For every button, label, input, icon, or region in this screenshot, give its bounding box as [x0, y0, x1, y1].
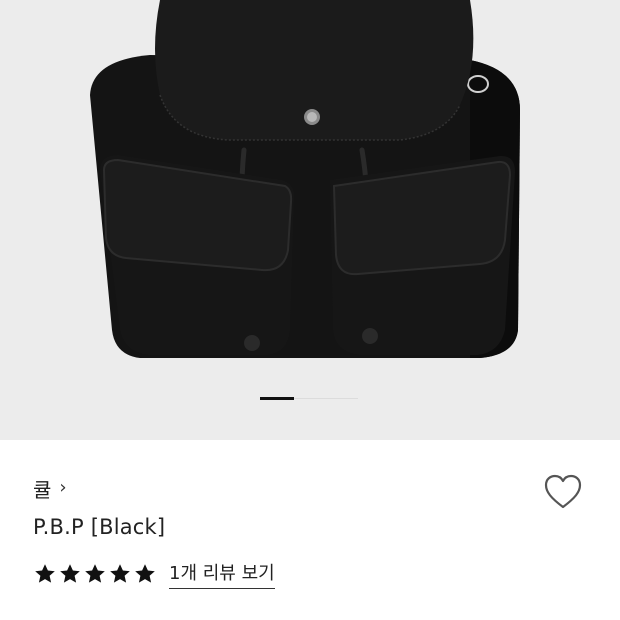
chevron-right-icon: ›	[59, 477, 67, 498]
star-filled-icon	[60, 564, 80, 583]
product-title: P.B.P [Black]	[33, 515, 166, 539]
brand-link[interactable]: 큘 ›	[33, 474, 67, 503]
star-filled-icon	[110, 564, 130, 583]
product-image	[90, 0, 520, 358]
star-filled-icon	[35, 564, 55, 583]
review-link[interactable]: 1개 리뷰 보기	[169, 559, 275, 589]
pagination-active-indicator	[260, 397, 294, 400]
carousel-pagination[interactable]	[260, 397, 358, 400]
star-filled-icon	[135, 564, 155, 583]
rating-row: 1개 리뷰 보기	[33, 559, 275, 589]
star-filled-icon	[85, 564, 105, 583]
heart-icon[interactable]	[543, 473, 583, 511]
star-rating	[33, 562, 157, 586]
brand-name: 큘	[33, 478, 52, 502]
product-image-carousel[interactable]	[0, 0, 620, 440]
